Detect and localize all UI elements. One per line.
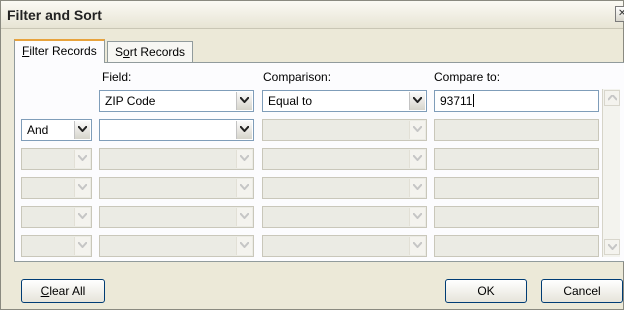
field-select[interactable]: ZIP Code bbox=[99, 90, 254, 112]
compare-to-input[interactable]: 93711 bbox=[434, 90, 599, 112]
connector-select-disabled bbox=[21, 235, 92, 257]
connector-select-disabled bbox=[21, 148, 92, 170]
connector-select-value: And bbox=[27, 123, 49, 137]
field-column-header: Field: bbox=[102, 70, 132, 84]
comparison-select-disabled bbox=[262, 206, 427, 228]
compare-to-column-header: Compare to: bbox=[434, 70, 501, 84]
field-select-disabled bbox=[99, 206, 254, 228]
chevron-down-icon bbox=[409, 179, 425, 197]
compare-to-input-disabled bbox=[434, 206, 599, 228]
field-select-value: ZIP Code bbox=[105, 94, 156, 108]
field-select-disabled bbox=[99, 148, 254, 170]
compare-to-input-disabled bbox=[434, 148, 599, 170]
connector-select-disabled bbox=[21, 177, 92, 199]
clear-all-button[interactable]: Clear All bbox=[21, 279, 105, 303]
chevron-down-icon bbox=[74, 237, 90, 255]
chevron-down-icon[interactable] bbox=[409, 92, 425, 110]
scroll-down-icon[interactable] bbox=[604, 239, 620, 255]
dialog-title: Filter and Sort bbox=[7, 7, 102, 23]
connector-select-disabled bbox=[21, 206, 92, 228]
comparison-select-disabled bbox=[262, 177, 427, 199]
chevron-down-icon bbox=[409, 150, 425, 168]
scroll-up-icon[interactable] bbox=[604, 90, 620, 106]
clear-all-accel: C bbox=[40, 284, 50, 298]
comparison-select-disabled bbox=[262, 235, 427, 257]
chevron-down-icon bbox=[236, 237, 252, 255]
compare-to-input-value: 93711 bbox=[440, 94, 475, 108]
comparison-select-disabled bbox=[262, 148, 427, 170]
field-select[interactable] bbox=[99, 119, 254, 141]
chevron-down-icon bbox=[236, 150, 252, 168]
chevron-down-icon bbox=[74, 208, 90, 226]
tab-sort-label: rt Records bbox=[129, 45, 186, 59]
chevron-down-icon[interactable] bbox=[236, 121, 252, 139]
chevron-down-icon bbox=[409, 208, 425, 226]
clear-all-label: lear All bbox=[49, 284, 86, 298]
filter-and-sort-dialog: Filter and Sort ✕ Filter Records Sort Re… bbox=[0, 0, 624, 310]
chevron-down-icon bbox=[236, 208, 252, 226]
field-select-disabled bbox=[99, 235, 254, 257]
chevron-down-icon[interactable] bbox=[236, 92, 252, 110]
vertical-scrollbar[interactable] bbox=[602, 89, 620, 257]
chevron-down-icon bbox=[409, 237, 425, 255]
comparison-select-value: Equal to bbox=[268, 94, 313, 108]
chevron-down-icon bbox=[236, 179, 252, 197]
field-select-disabled bbox=[99, 177, 254, 199]
chevron-down-icon bbox=[74, 150, 90, 168]
connector-select[interactable]: And bbox=[21, 119, 92, 141]
ok-button[interactable]: OK bbox=[445, 279, 527, 303]
tab-sort-pre: S bbox=[115, 45, 124, 59]
compare-to-input-disabled bbox=[434, 177, 599, 199]
tab-sort-records[interactable]: Sort Records bbox=[107, 41, 194, 63]
comparison-select-disabled bbox=[262, 119, 427, 141]
text-caret bbox=[473, 94, 475, 107]
title-bar: Filter and Sort ✕ bbox=[1, 1, 624, 29]
chevron-down-icon bbox=[409, 121, 425, 139]
comparison-column-header: Comparison: bbox=[263, 70, 332, 84]
close-icon[interactable]: ✕ bbox=[615, 6, 624, 22]
chevron-down-icon[interactable] bbox=[74, 121, 90, 139]
compare-to-input-disabled bbox=[434, 235, 599, 257]
cancel-button[interactable]: Cancel bbox=[541, 279, 623, 303]
comparison-select[interactable]: Equal to bbox=[262, 90, 427, 112]
compare-to-text: 93711 bbox=[440, 94, 473, 108]
tab-filter-label: ilter Records bbox=[29, 44, 97, 58]
tab-sort-accel: o bbox=[123, 45, 130, 59]
tab-filter-records[interactable]: Filter Records bbox=[14, 39, 105, 63]
chevron-down-icon bbox=[74, 179, 90, 197]
compare-to-input-disabled bbox=[434, 119, 599, 141]
